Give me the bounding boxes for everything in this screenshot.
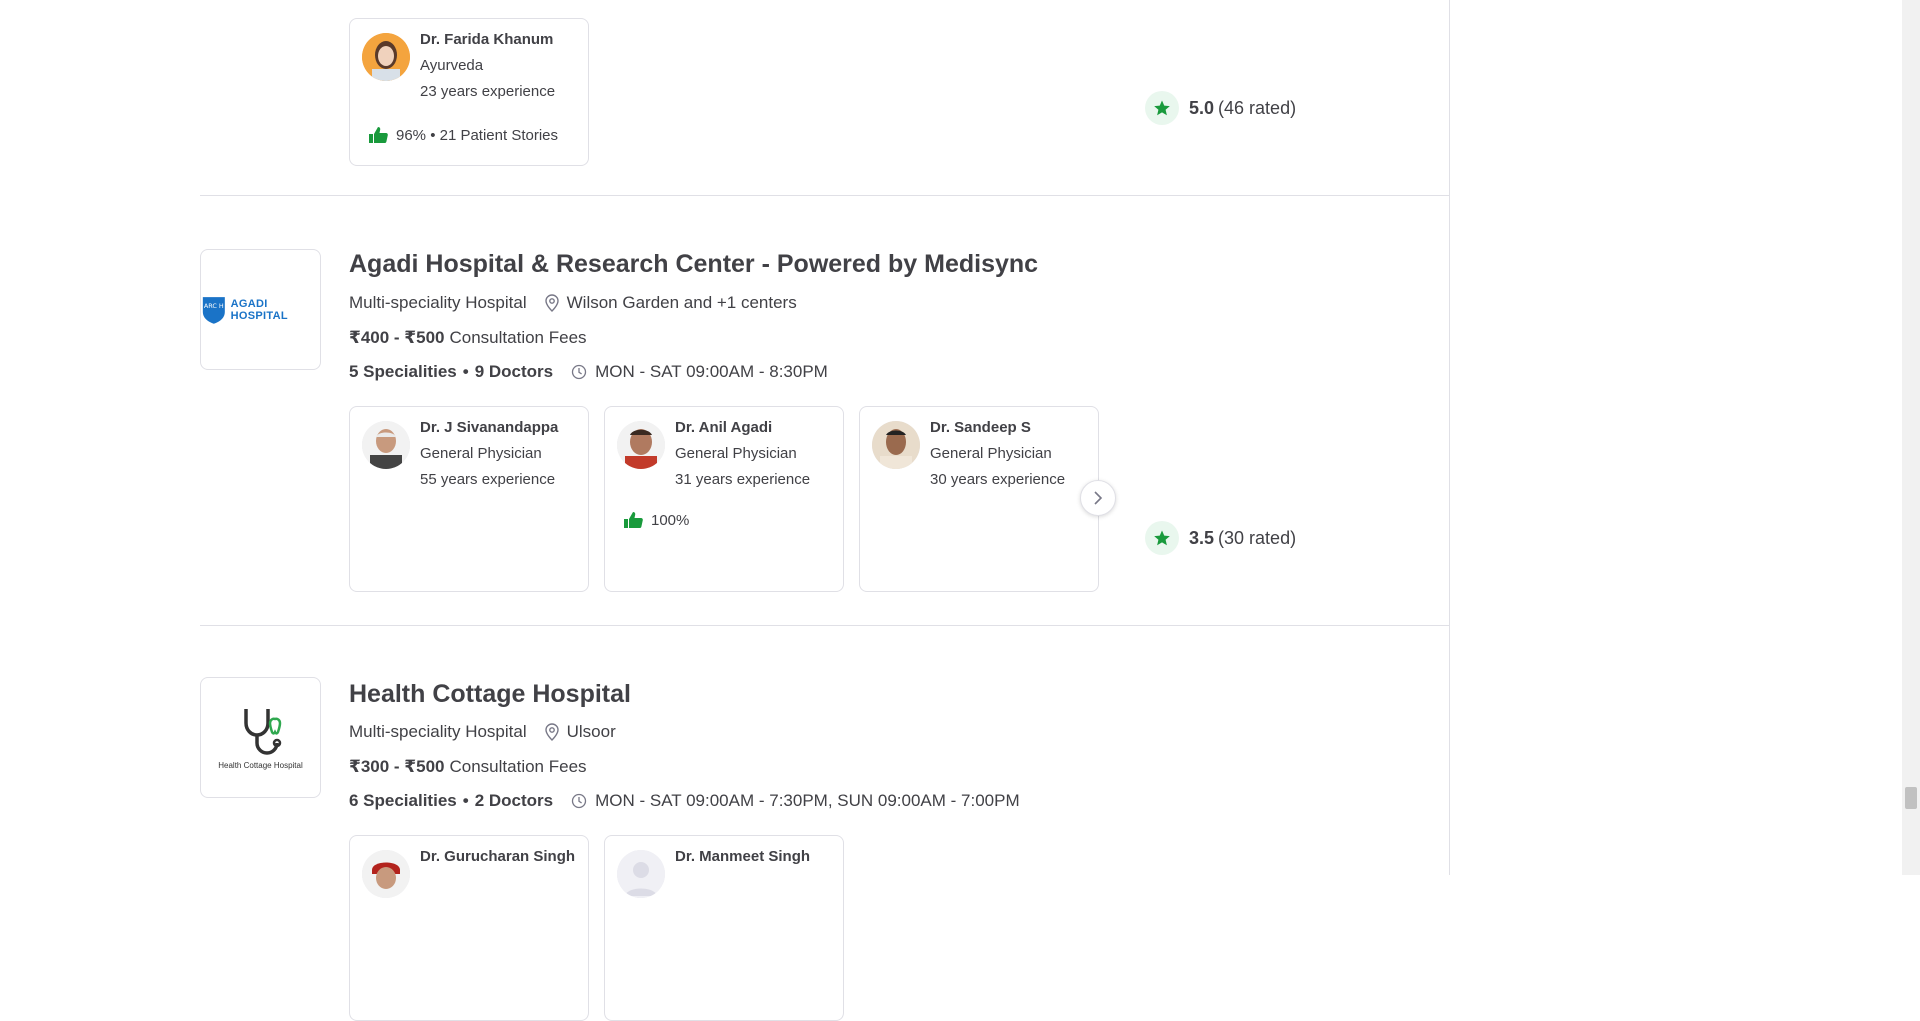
hospital-logo-text: AGADI HOSPITAL — [230, 297, 288, 322]
hospital-logo[interactable]: ARC H AGADI HOSPITAL — [200, 249, 321, 370]
hospital-logo[interactable]: Health Cottage Hospital — [200, 677, 321, 798]
doctor-card[interactable]: Dr. Gurucharan Singh — [349, 835, 589, 1021]
doctor-card[interactable]: Dr. Anil Agadi General Physician 31 year… — [604, 406, 844, 592]
rating-count: (30 rated) — [1218, 527, 1297, 548]
doctor-speciality: General Physician — [420, 445, 542, 462]
doctor-card[interactable]: Dr. Sandeep S General Physician 30 years… — [859, 406, 1099, 592]
hospital-rating: 3.5 (30 rated) — [1145, 521, 1296, 555]
specialities-count: 5 Specialities — [349, 362, 457, 381]
doctor-recommendation: 96% • 21 Patient Stories — [368, 126, 558, 144]
results-list: Dr. Farida Khanum Ayurveda 23 years expe… — [200, 0, 1450, 1021]
doctor-speciality: Ayurveda — [420, 57, 484, 74]
listing-divider — [200, 195, 1449, 196]
clock-icon — [571, 793, 587, 809]
clock-icon — [571, 364, 587, 380]
doctor-experience: 31 years experience — [675, 471, 811, 488]
doctor-speciality: General Physician — [675, 445, 797, 462]
star-icon — [1145, 521, 1179, 555]
specialities-count: 6 Specialities — [349, 791, 457, 810]
rating-score: 3.5 — [1189, 527, 1215, 548]
hospital-timings: MON - SAT 09:00AM - 8:30PM — [595, 362, 828, 381]
doctors-count: 2 Doctors — [474, 791, 554, 810]
hospital-type: Multi-speciality Hospital — [349, 293, 527, 312]
hospital-location[interactable]: Ulsoor — [567, 722, 616, 742]
doctor-card[interactable]: Dr. Manmeet Singh — [604, 835, 844, 1021]
hospital-name[interactable]: Agadi Hospital & Research Center - Power… — [349, 250, 1038, 279]
thumbs-up-icon — [368, 126, 388, 144]
doctor-name[interactable]: Dr. Anil Agadi — [675, 419, 772, 436]
svg-text:ARC H: ARC H — [204, 302, 224, 310]
hospital-location[interactable]: Wilson Garden and +1 centers — [567, 293, 797, 313]
doctor-card[interactable]: Dr. Farida Khanum Ayurveda 23 years expe… — [349, 18, 589, 166]
hospital-type-location: Multi-speciality Hospital Ulsoor — [349, 722, 616, 742]
fees-range: ₹400 - ₹500 — [349, 328, 445, 347]
location-pin-icon — [544, 294, 559, 312]
star-icon — [1145, 91, 1179, 125]
hospital-fees: ₹300 - ₹500 Consultation Fees — [349, 757, 587, 777]
hospital-type-location: Multi-speciality Hospital Wilson Garden … — [349, 293, 797, 313]
doctor-recommendation: 100% — [623, 511, 689, 529]
carousel-next-button[interactable] — [1080, 480, 1116, 516]
doctor-name[interactable]: Dr. Farida Khanum — [420, 31, 553, 48]
doctor-avatar — [872, 421, 920, 469]
recommendation-text: 100% — [651, 511, 690, 529]
doctor-avatar — [362, 421, 410, 469]
doctor-experience: 30 years experience — [930, 471, 1066, 488]
thumbs-up-icon — [623, 511, 643, 529]
doctor-card[interactable]: Dr. J Sivanandappa General Physician 55 … — [349, 406, 589, 592]
doctor-experience: 23 years experience — [420, 83, 556, 100]
hospital-type: Multi-speciality Hospital — [349, 722, 527, 741]
hospital-fees: ₹400 - ₹500 Consultation Fees — [349, 328, 587, 348]
scrollbar-thumb[interactable] — [1905, 787, 1917, 809]
rating-score: 5.0 — [1189, 97, 1215, 118]
hospital-rating: 5.0 (46 rated) — [1145, 91, 1296, 125]
doctor-name[interactable]: Dr. Sandeep S — [930, 419, 1031, 436]
fees-range: ₹300 - ₹500 — [349, 757, 445, 776]
stethoscope-tooth-icon — [243, 709, 281, 755]
chevron-right-icon — [1094, 491, 1103, 505]
fees-label: Consultation Fees — [449, 328, 587, 347]
doctor-name[interactable]: Dr. Gurucharan Singh — [420, 848, 575, 865]
hospital-crest-icon: ARC H — [202, 296, 225, 324]
rating-count: (46 rated) — [1218, 97, 1297, 118]
hospital-timings: MON - SAT 09:00AM - 7:30PM, SUN 09:00AM … — [595, 791, 1020, 810]
doctor-avatar-placeholder — [617, 850, 665, 898]
listing-divider — [200, 625, 1449, 626]
doctors-count: 9 Doctors — [474, 362, 554, 381]
doctor-avatar — [362, 33, 410, 81]
location-pin-icon — [544, 723, 559, 741]
fees-label: Consultation Fees — [449, 757, 587, 776]
doctor-avatar — [617, 421, 665, 469]
scrollbar-track[interactable] — [1902, 0, 1920, 875]
doctor-avatar — [362, 850, 410, 898]
hospital-meta: 6 Specialities • 2 Doctors MON - SAT 09:… — [349, 791, 1020, 810]
hospital-name[interactable]: Health Cottage Hospital — [349, 680, 631, 709]
recommendation-text: 96% • 21 Patient Stories — [396, 126, 559, 144]
doctor-name[interactable]: Dr. Manmeet Singh — [675, 848, 810, 865]
doctor-name[interactable]: Dr. J Sivanandappa — [420, 419, 558, 436]
doctor-experience: 55 years experience — [420, 471, 556, 488]
hospital-logo-text: Health Cottage Hospital — [218, 761, 303, 770]
doctor-speciality: General Physician — [930, 445, 1052, 462]
hospital-meta: 5 Specialities • 9 Doctors MON - SAT 09:… — [349, 362, 828, 381]
